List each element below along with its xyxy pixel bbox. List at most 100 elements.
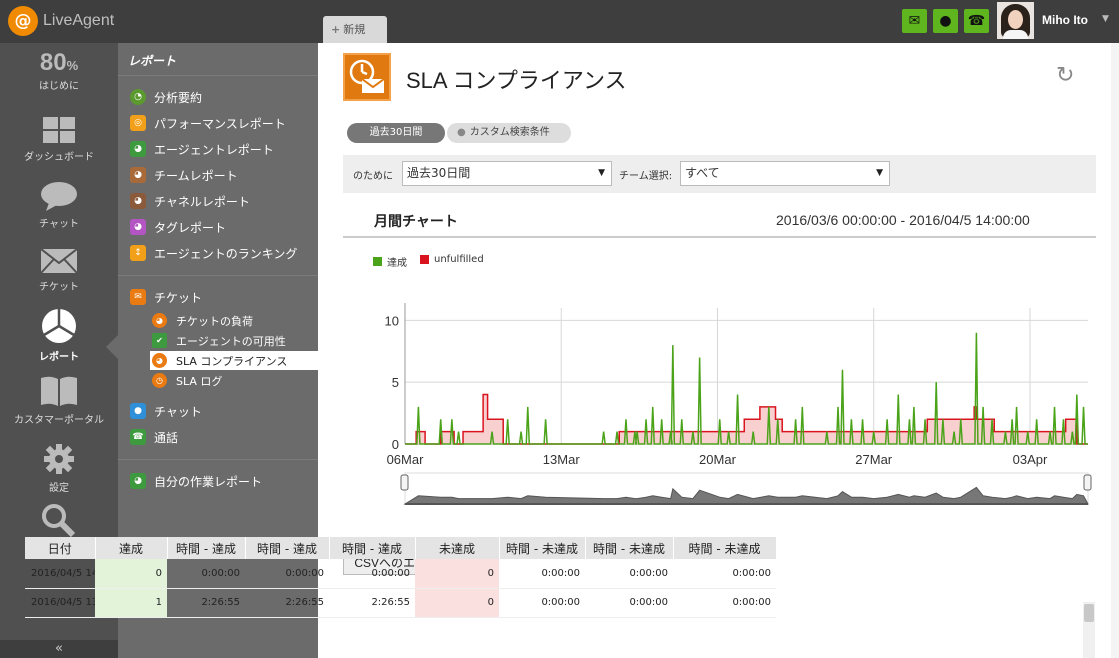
chevron-down-icon[interactable]: ▼	[1102, 14, 1109, 24]
gear-icon	[44, 444, 74, 474]
column-header[interactable]: 時間 - 未達成	[499, 537, 586, 559]
nav-customer-portal-label: カスタマーポータル	[14, 415, 104, 426]
navigator-right-handle[interactable]	[1083, 474, 1092, 491]
y-tick-label: 5	[392, 375, 399, 390]
filter-last30-button[interactable]: 過去30日間	[347, 123, 445, 143]
table-row[interactable]: 2016/04/5 13 1 2:26:55 2:26:55 2:26:55 0 0:00:…	[25, 588, 776, 618]
nav-reports[interactable]: レポート	[0, 308, 118, 363]
new-tab-button[interactable]: + 新規	[323, 16, 387, 43]
table-cell: 0	[415, 588, 499, 618]
table-cell: 2016/04/5 14	[25, 559, 95, 589]
nav-chat[interactable]: チャット	[0, 181, 118, 230]
app-window: @ LiveAgent + 新規 ✉ ● ☎ Miho Ito ▼ 80% はじめ…	[0, 0, 1119, 658]
plus-icon: +	[331, 23, 341, 36]
nav-chat-label: チャット	[39, 219, 79, 230]
subnav-item-tag[interactable]: ◕ タグレポート	[130, 217, 226, 237]
ticket-load-icon: ◕	[152, 313, 167, 328]
avatar[interactable]	[997, 2, 1034, 39]
sla-log-icon: ◷	[152, 373, 167, 388]
new-chat-button[interactable]: ●	[933, 9, 958, 33]
column-header[interactable]: 時間 - 未達成	[585, 537, 674, 559]
subnav-item-channel[interactable]: ◕ チャネルレポート	[130, 191, 250, 211]
ranking-icon: ↕	[130, 245, 146, 261]
nav-tickets[interactable]: チケット	[0, 248, 118, 293]
subnav-child-agent-availability[interactable]: ✔ エージェントの可用性	[152, 331, 286, 350]
chat-icon: ●	[130, 403, 146, 419]
team-icon: ◕	[130, 167, 146, 183]
page-scrollbar[interactable]	[1111, 43, 1119, 658]
table-cell: 0:00:00	[585, 559, 673, 589]
collapse-button[interactable]: «	[0, 640, 118, 658]
navigator-left-handle[interactable]	[400, 474, 409, 491]
nav-dashboard-label: ダッシュボード	[24, 152, 94, 163]
column-header[interactable]: 未達成	[415, 537, 500, 559]
subnav-item-chat[interactable]: ● チャット	[130, 401, 202, 421]
column-header[interactable]: 日付	[25, 537, 96, 559]
chat-icon	[41, 182, 77, 211]
nav-customer-portal[interactable]: カスタマーポータル	[0, 375, 118, 426]
table-row[interactable]: 2016/04/5 14 0 0:00:00 0:00:00 0:00:00 0 0:00:…	[25, 559, 776, 589]
custom-filter-button[interactable]: ● カスタム検索条件	[447, 123, 571, 143]
chevron-down-icon: ▼	[876, 168, 883, 178]
column-header[interactable]: 時間 - 達成	[167, 537, 246, 559]
column-header[interactable]: 時間 - 達成	[329, 537, 416, 559]
nav-dashboard[interactable]: ダッシュボード	[0, 116, 118, 163]
progress-percent: 80%	[39, 49, 79, 76]
phone-icon: ☎	[130, 429, 146, 445]
table-cell: 0	[415, 559, 499, 589]
subnav-child-sla-compliance[interactable]: ◕ SLA コンプライアンス	[150, 351, 318, 370]
book-icon	[41, 376, 77, 406]
user-name[interactable]: Miho Ito	[1042, 13, 1088, 27]
table-cell: 1	[95, 588, 167, 618]
nav-getting-started[interactable]: 80% はじめに	[0, 49, 118, 92]
my-report-icon: ◕	[130, 473, 146, 489]
period-select[interactable]: 過去30日間 ▼	[402, 161, 612, 186]
subnav-item-calls[interactable]: ☎ 通話	[130, 427, 178, 447]
subnav-item-analysis[interactable]: ◔ 分析要約	[130, 87, 202, 107]
new-call-button[interactable]: ☎	[964, 9, 989, 33]
new-email-button[interactable]: ✉	[902, 9, 927, 33]
x-tick-label: 03Apr	[1013, 452, 1048, 467]
legend-item-unfulfilled[interactable]: unfulfilled	[420, 254, 484, 265]
column-header[interactable]: 時間 - 達成	[245, 537, 330, 559]
subnav-item-team[interactable]: ◕ チームレポート	[130, 165, 238, 185]
table-body: 2016/04/5 14 0 0:00:00 0:00:00 0:00:00 0 0:00:…	[25, 559, 776, 618]
nav-settings-label: 設定	[49, 483, 69, 494]
filter-bar: のために 過去30日間 ▼ チーム選択: すべて ▼	[343, 155, 1096, 193]
ticket-icon: ✉	[130, 289, 146, 305]
page-title: SLA コンプライアンス	[406, 68, 627, 93]
nav-settings[interactable]: 設定	[0, 443, 118, 494]
reports-icon	[42, 309, 76, 343]
team-select[interactable]: すべて ▼	[680, 161, 890, 186]
subnav-title: レポート	[128, 54, 177, 68]
chart-date-range: 2016/03/6 00:00:00 - 2016/04/5 14:00:00	[776, 212, 1030, 228]
subnav-child-sla-log[interactable]: ◷ SLA ログ	[152, 371, 222, 390]
subnav-item-tickets[interactable]: ✉ チケット	[130, 287, 202, 307]
refresh-icon[interactable]: ↻	[1056, 63, 1074, 88]
table-cell: 0:00:00	[673, 559, 776, 589]
y-tick-label: 0	[392, 437, 399, 452]
subnav-item-ranking[interactable]: ↕ エージェントのランキング	[130, 243, 297, 263]
x-tick-label: 27Mar	[855, 452, 893, 467]
legend-item-fulfilled[interactable]: 達成	[373, 254, 407, 269]
table-cell: 0:00:00	[585, 588, 673, 618]
envelope-icon: ✉	[908, 13, 921, 29]
subnav-child-ticket-load[interactable]: ◕ チケットの負荷	[152, 311, 253, 330]
column-header[interactable]: 時間 - 未達成	[673, 537, 777, 559]
table-scroll-thumb[interactable]	[1084, 604, 1094, 622]
nav-tickets-label: チケット	[39, 282, 79, 293]
subnav-item-my-report[interactable]: ◕ 自分の作業レポート	[130, 471, 262, 491]
agent-icon: ◕	[130, 141, 146, 157]
column-header[interactable]: 達成	[95, 537, 168, 559]
phone-icon: ☎	[967, 13, 986, 29]
chevron-down-icon: ▼	[598, 168, 605, 178]
subnav-item-performance[interactable]: ◎ パフォーマンスレポート	[130, 113, 286, 133]
subnav-item-agent[interactable]: ◕ エージェントレポート	[130, 139, 274, 159]
logo[interactable]: @ LiveAgent	[8, 6, 114, 36]
performance-icon: ◎	[130, 115, 146, 131]
search-icon	[42, 504, 76, 537]
tag-icon: ◕	[130, 219, 146, 235]
table-cell: 0:00:00	[329, 559, 415, 589]
new-tab-label: 新規	[343, 23, 366, 36]
table-cell: 2:26:55	[329, 588, 415, 618]
